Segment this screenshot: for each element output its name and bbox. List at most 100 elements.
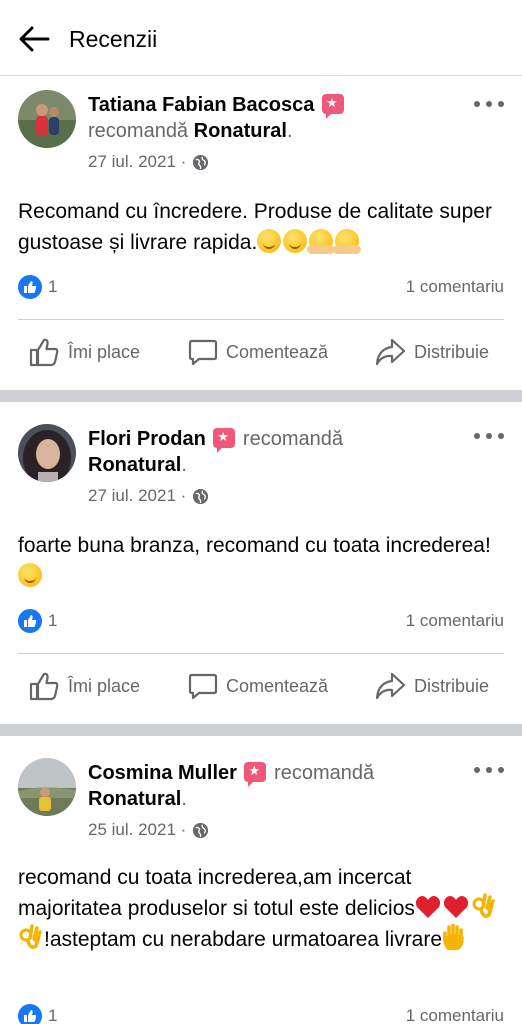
avatar[interactable] — [18, 758, 76, 816]
smiling-face-icon — [257, 229, 282, 253]
ok-hand-icon — [19, 924, 42, 949]
like-reaction-icon — [18, 1004, 42, 1024]
author-name[interactable]: Cosmina Muller — [88, 762, 237, 784]
globe-icon — [193, 822, 209, 838]
divider — [18, 653, 504, 654]
more-options-button[interactable] — [474, 426, 504, 446]
arrow-left-icon — [19, 26, 50, 52]
page-title: Recenzii — [69, 26, 158, 52]
post-body: Recomand cu încredere. Produse de calita… — [18, 200, 492, 254]
post-body: foarte buna branza, recomand cu toata in… — [18, 534, 491, 557]
comment-button[interactable]: Comentează — [188, 322, 328, 382]
author-name[interactable]: Tatiana Fabian Bacosca — [88, 94, 314, 116]
dot-icon — [486, 433, 492, 439]
post-separator — [0, 724, 522, 736]
divider — [18, 319, 504, 320]
back-button[interactable] — [16, 24, 52, 54]
post-body: recomand cu toata increderea,am incercat… — [18, 866, 415, 920]
comment-icon — [188, 673, 218, 700]
dot-icon — [486, 101, 492, 107]
smiling-face-icon — [283, 229, 308, 253]
action-bar: Îmi place Comentează Distribuie — [0, 656, 522, 716]
post-header: Flori Prodan recomandă Ronatural. — [88, 426, 458, 478]
post-meta: 27 iul. 2021 · — [88, 486, 209, 506]
dot-icon — [486, 767, 492, 773]
recommend-badge-icon — [321, 94, 344, 119]
post-header: Cosmina Muller recomandă Ronatural. — [88, 760, 458, 812]
dot-icon — [498, 101, 504, 107]
like-reaction-icon — [18, 275, 42, 299]
like-label: Îmi place — [68, 341, 141, 362]
comment-icon — [188, 339, 218, 366]
like-count[interactable]: 1 — [18, 275, 57, 299]
share-button[interactable]: Distribuie — [374, 322, 489, 382]
post-date[interactable]: 27 iul. 2021 · — [88, 486, 186, 506]
avatar[interactable] — [18, 90, 76, 148]
dot-icon — [498, 433, 504, 439]
ok-hand-icon — [472, 893, 495, 918]
more-options-button[interactable] — [474, 760, 504, 780]
comment-label: Comentează — [226, 675, 329, 696]
dot-icon — [474, 767, 480, 773]
smiling-face-icon — [18, 563, 42, 587]
hugging-face-icon — [307, 229, 336, 254]
hugging-face-icon — [333, 229, 362, 254]
like-count[interactable]: 1 — [18, 609, 57, 633]
comment-count[interactable]: 1 comentariu — [406, 611, 504, 631]
like-count-value: 1 — [48, 1006, 58, 1024]
post-meta: 25 iul. 2021 · — [88, 820, 209, 840]
avatar[interactable] — [18, 424, 76, 482]
raised-hand-icon — [443, 924, 464, 950]
post-separator — [0, 390, 522, 402]
red-heart-icon — [415, 896, 440, 918]
dot-icon — [474, 433, 480, 439]
like-label: Îmi place — [68, 675, 141, 696]
comment-count[interactable]: 1 comentariu — [406, 1006, 504, 1024]
post-body-continued: !asteptam cu nerabdare urmatoarea livrar… — [44, 928, 443, 951]
page-name[interactable]: Ronatural — [88, 454, 181, 476]
recommend-badge-icon — [213, 428, 236, 453]
globe-icon — [193, 154, 209, 170]
recommend-badge-icon — [244, 762, 267, 787]
more-options-button[interactable] — [474, 94, 504, 114]
thumbs-up-icon — [29, 338, 59, 367]
share-icon — [375, 672, 406, 700]
reactions-row: 1 1 comentariu — [18, 275, 504, 299]
comment-button[interactable]: Comentează — [188, 656, 328, 716]
red-heart-icon — [443, 896, 468, 918]
like-count[interactable]: 1 — [18, 1004, 57, 1024]
review-post: Cosmina Muller recomandă Ronatural. 25 i… — [0, 736, 522, 1024]
recommend-verb: recomandă — [242, 428, 343, 450]
share-label: Distribuie — [414, 675, 490, 696]
like-reaction-icon — [18, 609, 42, 633]
share-icon — [375, 338, 406, 366]
like-count-value: 1 — [48, 277, 58, 296]
thumbs-up-icon — [29, 672, 59, 701]
share-button[interactable]: Distribuie — [374, 656, 489, 716]
review-post: Tatiana Fabian Bacosca recomandă Ronatur… — [0, 76, 522, 390]
comment-count[interactable]: 1 comentariu — [406, 277, 504, 297]
share-label: Distribuie — [414, 341, 490, 362]
reactions-row: 1 1 comentariu — [18, 1004, 504, 1024]
reactions-row: 1 1 comentariu — [18, 609, 504, 633]
page-name[interactable]: Ronatural — [194, 120, 287, 142]
post-date[interactable]: 27 iul. 2021 · — [88, 152, 186, 172]
globe-icon — [193, 488, 209, 504]
post-text: foarte buna branza, recomand cu toata in… — [18, 530, 504, 592]
review-post: Flori Prodan recomandă Ronatural. 27 iul… — [0, 402, 522, 724]
dot-icon — [474, 101, 480, 107]
post-text: Recomand cu încredere. Produse de calita… — [18, 196, 504, 258]
post-text: recomand cu toata increderea,am incercat… — [18, 862, 504, 955]
like-count-value: 1 — [48, 611, 58, 630]
post-date[interactable]: 25 iul. 2021 · — [88, 820, 186, 840]
like-button[interactable]: Îmi place — [28, 322, 140, 382]
author-name[interactable]: Flori Prodan — [88, 428, 206, 450]
dot-icon — [498, 767, 504, 773]
top-bar: Recenzii — [0, 0, 522, 76]
recommend-verb: recomandă — [88, 120, 189, 142]
post-header: Tatiana Fabian Bacosca recomandă Ronatur… — [88, 92, 458, 144]
page-name[interactable]: Ronatural — [88, 788, 181, 810]
recommend-verb: recomandă — [274, 762, 375, 784]
action-bar: Îmi place Comentează Distribuie — [0, 322, 522, 382]
like-button[interactable]: Îmi place — [28, 656, 140, 716]
